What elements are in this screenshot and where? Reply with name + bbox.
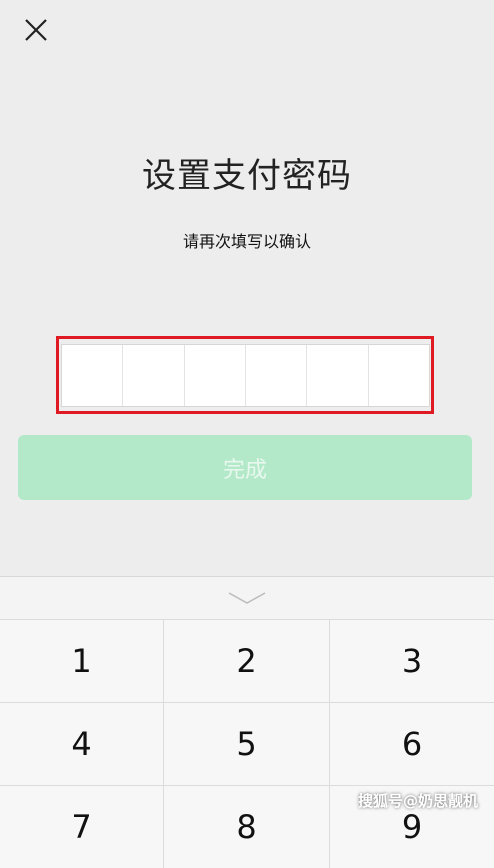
key-6[interactable]: 6: [330, 702, 494, 785]
key-8[interactable]: 8: [164, 785, 329, 868]
watermark: 搜狐号@奶思靓机: [357, 792, 478, 810]
key-5[interactable]: 5: [164, 702, 329, 785]
keypad: 1 2 3 4 5 6 7 8 9: [0, 619, 494, 868]
close-icon: [25, 19, 47, 41]
key-1[interactable]: 1: [0, 619, 163, 702]
highlight-annotation: [56, 336, 434, 414]
done-button[interactable]: 完成: [18, 435, 472, 500]
page-subtitle: 请再次填写以确认: [182, 232, 311, 251]
chevron-down-icon: [228, 592, 266, 604]
key-4[interactable]: 4: [0, 702, 163, 785]
key-3[interactable]: 3: [330, 619, 494, 702]
page-title: 设置支付密码: [142, 156, 352, 196]
close-button[interactable]: [20, 14, 52, 46]
numeric-keyboard: 1 2 3 4 5 6 7 8 9: [0, 576, 494, 868]
keyboard-collapse-button[interactable]: [0, 577, 494, 619]
key-2[interactable]: 2: [164, 619, 329, 702]
key-7[interactable]: 7: [0, 785, 163, 868]
